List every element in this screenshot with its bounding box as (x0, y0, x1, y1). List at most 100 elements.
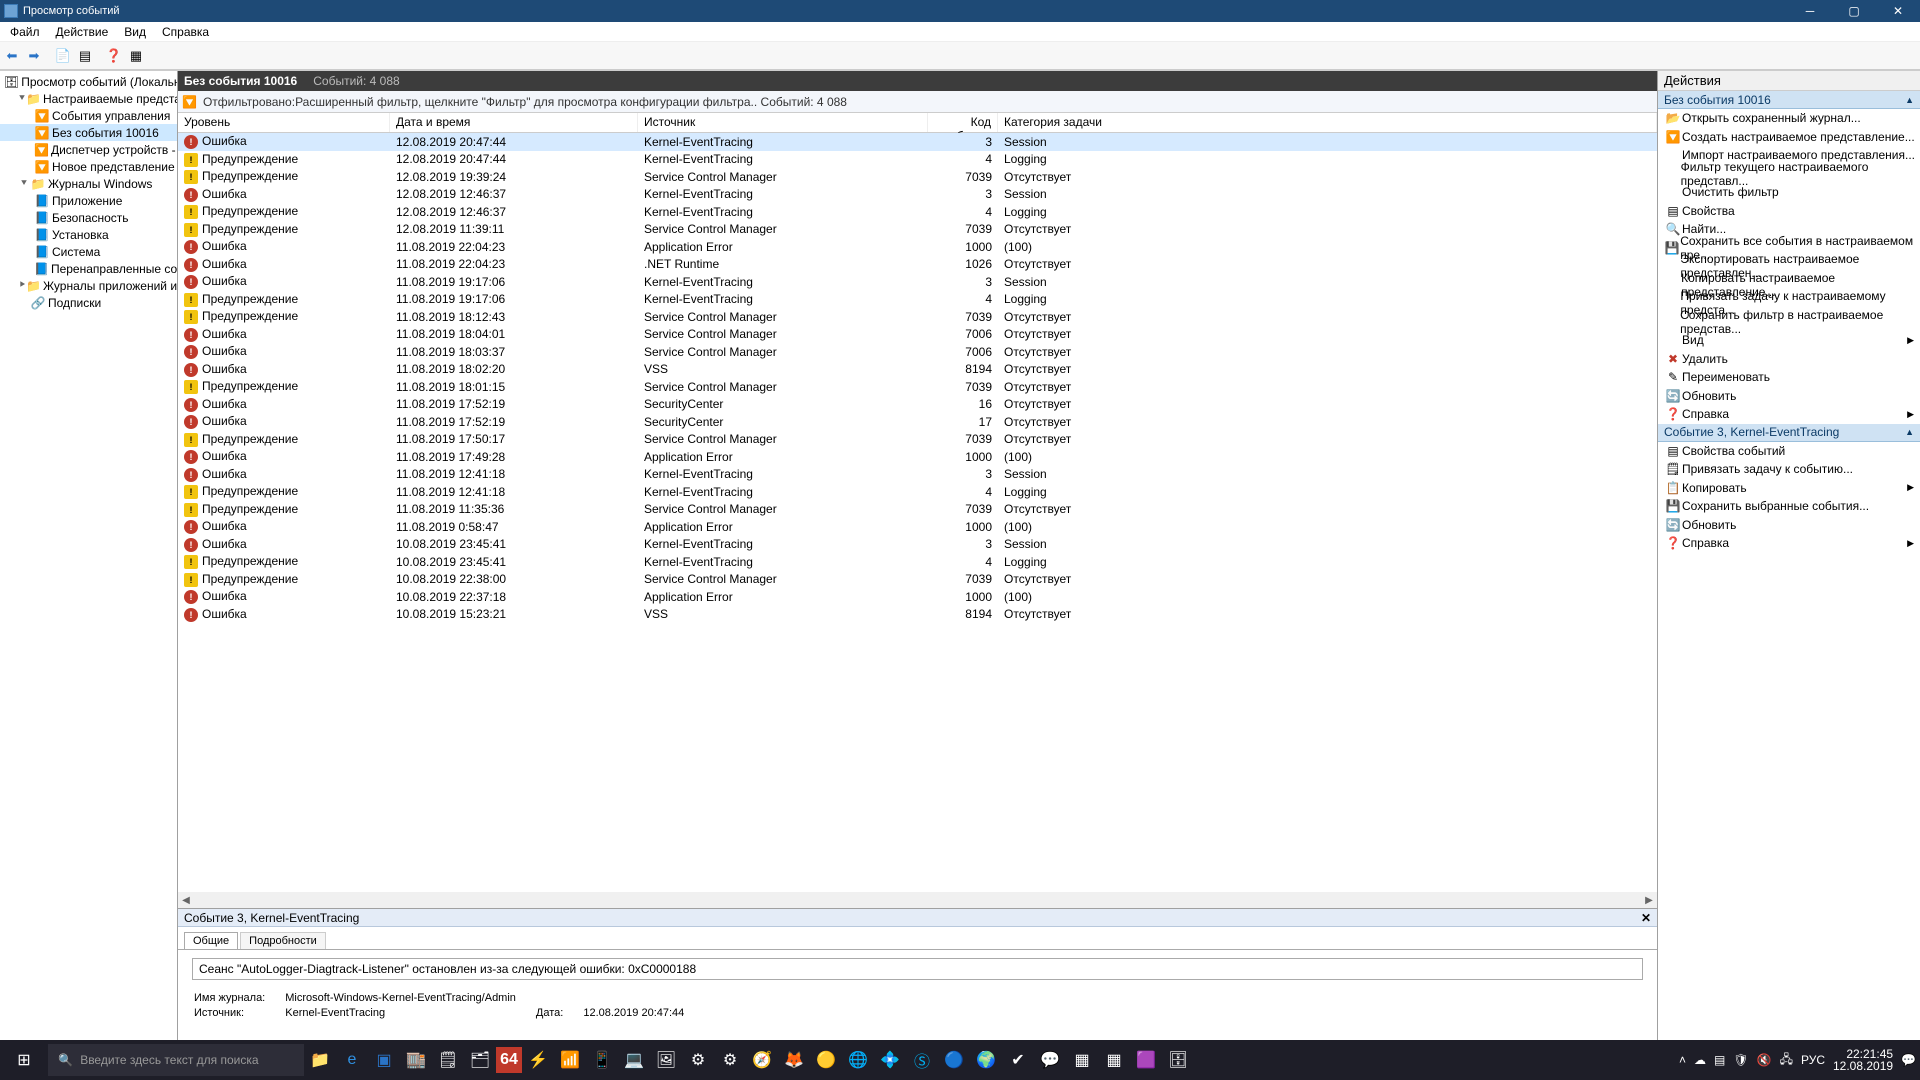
action-item[interactable]: ❓Справка▶ (1658, 405, 1920, 424)
table-row[interactable]: !Предупреждение11.08.2019 18:12:43Servic… (178, 308, 1657, 326)
tray-lang[interactable]: РУС (1797, 1053, 1829, 1067)
menu-help[interactable]: Справка (156, 25, 215, 39)
toolbar-icon-3[interactable]: ▦ (126, 46, 146, 66)
tree-root[interactable]: 🗄Просмотр событий (Локальный) (0, 73, 177, 90)
help-icon[interactable]: ❓ (104, 46, 124, 66)
taskbar-app-icon[interactable]: ⚙ (682, 1044, 714, 1076)
table-row[interactable]: !Предупреждение11.08.2019 11:35:36Servic… (178, 501, 1657, 519)
taskbar-app-icon[interactable]: 📶 (554, 1044, 586, 1076)
start-button[interactable]: ⊞ (0, 1040, 48, 1080)
table-row[interactable]: !Ошибка11.08.2019 17:52:19SecurityCenter… (178, 413, 1657, 431)
tree-wl-item[interactable]: 📘Установка (0, 226, 177, 243)
taskbar-app-icon[interactable]: 🗂 (464, 1044, 496, 1076)
tree-cv-item[interactable]: 🔽События управления (0, 107, 177, 124)
toolbar-icon-1[interactable]: 📄 (53, 46, 73, 66)
menu-view[interactable]: Вид (118, 25, 152, 39)
table-row[interactable]: !Ошибка12.08.2019 12:46:37Kernel-EventTr… (178, 186, 1657, 204)
tree-cv-item-selected[interactable]: 🔽Без события 10016 (0, 124, 177, 141)
table-row[interactable]: !Предупреждение11.08.2019 17:50:17Servic… (178, 431, 1657, 449)
taskbar-app-icon[interactable]: 🟡 (810, 1044, 842, 1076)
col-code[interactable]: Код события (928, 113, 998, 132)
tray-icon[interactable]: ☁ (1690, 1053, 1710, 1067)
taskbar-app-icon[interactable]: 🏬 (400, 1044, 432, 1076)
tray-icon[interactable]: 🖧 (1776, 1050, 1797, 1071)
toolbar-icon-2[interactable]: ▤ (75, 46, 95, 66)
col-source[interactable]: Источник (638, 113, 928, 132)
table-row[interactable]: !Ошибка11.08.2019 18:03:37Service Contro… (178, 343, 1657, 361)
table-row[interactable]: !Предупреждение12.08.2019 12:46:37Kernel… (178, 203, 1657, 221)
action-item[interactable]: Фильтр текущего настраиваемого представл… (1658, 165, 1920, 184)
action-item[interactable]: 🗒Привязать задачу к событию... (1658, 460, 1920, 479)
taskbar-app-icon[interactable]: 💻 (618, 1044, 650, 1076)
tray-chevron-icon[interactable]: ˄ (1675, 1053, 1690, 1067)
taskbar-app-icon[interactable]: 🧭 (746, 1044, 778, 1076)
tree-custom-views[interactable]: ⯆📁Настраиваемые представления (0, 90, 177, 107)
taskbar-app-icon[interactable]: 🌐 (842, 1044, 874, 1076)
table-row[interactable]: !Ошибка11.08.2019 22:04:23Application Er… (178, 238, 1657, 256)
minimize-button[interactable]: ─ (1788, 0, 1832, 22)
tray-icon[interactable]: 🛡 (1729, 1053, 1752, 1067)
back-button[interactable]: ⬅ (2, 46, 22, 66)
menu-file[interactable]: Файл (4, 25, 46, 39)
table-row[interactable]: !Ошибка11.08.2019 18:02:20VSS8194Отсутст… (178, 361, 1657, 379)
tree-wl-item[interactable]: 📘Приложение (0, 192, 177, 209)
action-item[interactable]: ✎Переименовать (1658, 368, 1920, 387)
table-row[interactable]: !Ошибка11.08.2019 17:52:19SecurityCenter… (178, 396, 1657, 414)
menu-action[interactable]: Действие (50, 25, 115, 39)
taskbar-app-icon[interactable]: ▦ (1098, 1044, 1130, 1076)
action-item[interactable]: ▤Свойства событий (1658, 442, 1920, 461)
tree-cv-item[interactable]: 🔽Новое представление (0, 158, 177, 175)
forward-button[interactable]: ➡ (24, 46, 44, 66)
table-row[interactable]: !Ошибка11.08.2019 17:49:28Application Er… (178, 448, 1657, 466)
action-item[interactable]: Сохранить фильтр в настраиваемое предста… (1658, 313, 1920, 332)
taskbar-app-icon[interactable]: 🟪 (1130, 1044, 1162, 1076)
tab-general[interactable]: Общие (184, 932, 238, 949)
taskbar-app-icon[interactable]: 📁 (304, 1044, 336, 1076)
taskbar-app-icon[interactable]: 💬 (1034, 1044, 1066, 1076)
notifications-icon[interactable]: 💬 (1897, 1053, 1920, 1067)
table-row[interactable]: !Ошибка11.08.2019 22:04:23.NET Runtime10… (178, 256, 1657, 274)
detail-close-button[interactable]: ✕ (1641, 911, 1651, 925)
col-date[interactable]: Дата и время (390, 113, 638, 132)
tray-icon[interactable]: ▤ (1710, 1053, 1729, 1067)
taskbar-app-icon[interactable]: 🦊 (778, 1044, 810, 1076)
taskbar-app-icon[interactable]: ⚡ (522, 1044, 554, 1076)
table-row[interactable]: !Ошибка11.08.2019 0:58:47Application Err… (178, 518, 1657, 536)
action-item[interactable]: 🔄Обновить (1658, 387, 1920, 406)
table-row[interactable]: !Ошибка12.08.2019 20:47:44Kernel-EventTr… (178, 133, 1657, 151)
h-scrollbar[interactable]: ◀▶ (178, 892, 1657, 908)
tree-subs[interactable]: 🔗Подписки (0, 294, 177, 311)
taskbar-app-icon[interactable]: 💠 (874, 1044, 906, 1076)
table-row[interactable]: !Ошибка10.08.2019 23:45:41Kernel-EventTr… (178, 536, 1657, 554)
action-item[interactable]: ▤Свойства (1658, 202, 1920, 221)
table-row[interactable]: !Предупреждение12.08.2019 19:39:24Servic… (178, 168, 1657, 186)
taskbar-app-icon[interactable]: e (336, 1044, 368, 1076)
taskbar-clock[interactable]: 22:21:4512.08.2019 (1829, 1048, 1897, 1072)
table-row[interactable]: !Ошибка10.08.2019 15:23:21VSS8194Отсутст… (178, 606, 1657, 624)
actions-group2-head[interactable]: Событие 3, Kernel-EventTracing▲ (1658, 424, 1920, 442)
collapse-icon[interactable]: ⯆ (18, 178, 30, 189)
tray-icon[interactable]: 🔇 (1753, 1053, 1776, 1067)
action-item[interactable]: 📂Открыть сохраненный журнал... (1658, 109, 1920, 128)
tree-win-logs[interactable]: ⯆📁Журналы Windows (0, 175, 177, 192)
table-row[interactable]: !Ошибка11.08.2019 18:04:01Service Contro… (178, 326, 1657, 344)
taskbar-app-icon[interactable]: 🌍 (970, 1044, 1002, 1076)
actions-group1-head[interactable]: Без события 10016▲ (1658, 91, 1920, 109)
expand-icon[interactable]: ⯈ (18, 280, 26, 291)
table-row[interactable]: !Предупреждение10.08.2019 23:45:41Kernel… (178, 553, 1657, 571)
col-category[interactable]: Категория задачи (998, 113, 1657, 132)
tree-app-svc[interactable]: ⯈📁Журналы приложений и служб (0, 277, 177, 294)
action-item[interactable]: 📋Копировать▶ (1658, 479, 1920, 498)
taskbar-app-icon[interactable]: Ⓢ (906, 1044, 938, 1076)
table-row[interactable]: !Ошибка11.08.2019 12:41:18Kernel-EventTr… (178, 466, 1657, 484)
table-row[interactable]: !Ошибка10.08.2019 22:37:18Application Er… (178, 588, 1657, 606)
tree-wl-item[interactable]: 📘Система (0, 243, 177, 260)
taskbar-app-icon[interactable]: 🗄 (1162, 1044, 1194, 1076)
taskbar-app-icon[interactable]: ✔ (1002, 1044, 1034, 1076)
tree-wl-item[interactable]: 📘Перенаправленные события (0, 260, 177, 277)
action-item[interactable]: 🔽Создать настраиваемое представление... (1658, 128, 1920, 147)
maximize-button[interactable]: ▢ (1832, 0, 1876, 22)
taskbar-app-icon[interactable]: ▣ (368, 1044, 400, 1076)
close-button[interactable]: ✕ (1876, 0, 1920, 22)
tree-wl-item[interactable]: 📘Безопасность (0, 209, 177, 226)
